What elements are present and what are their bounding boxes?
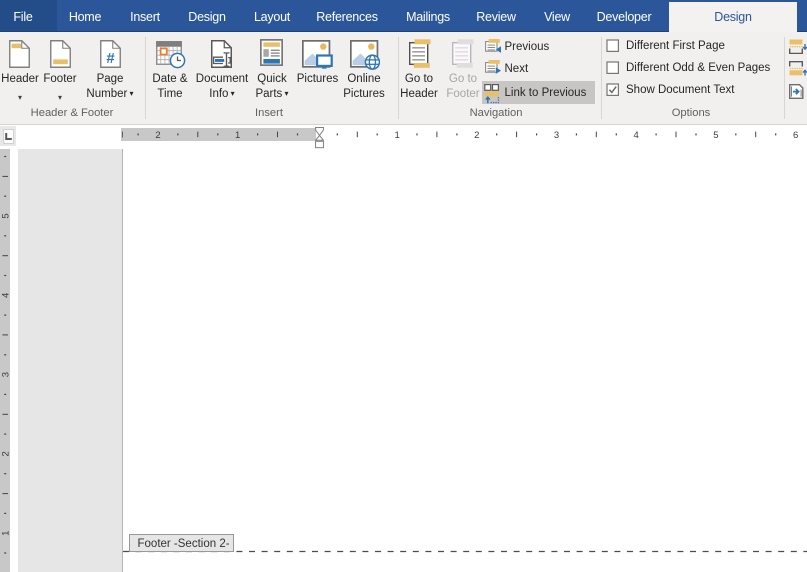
svg-text:3: 3 bbox=[554, 130, 559, 141]
svg-text:2: 2 bbox=[155, 130, 160, 141]
svg-text:1: 1 bbox=[235, 130, 240, 141]
svg-text:2: 2 bbox=[1, 451, 10, 456]
svg-text:5: 5 bbox=[1, 213, 10, 218]
svg-text:3: 3 bbox=[1, 372, 10, 377]
svg-text:4: 4 bbox=[1, 293, 10, 298]
svg-text:6: 6 bbox=[793, 130, 798, 141]
svg-text:5: 5 bbox=[713, 130, 718, 141]
svg-text:4: 4 bbox=[634, 130, 639, 141]
svg-text:2: 2 bbox=[474, 130, 479, 141]
svg-text:1: 1 bbox=[1, 531, 10, 536]
svg-text:#: # bbox=[106, 50, 115, 67]
svg-text:1: 1 bbox=[394, 130, 399, 141]
